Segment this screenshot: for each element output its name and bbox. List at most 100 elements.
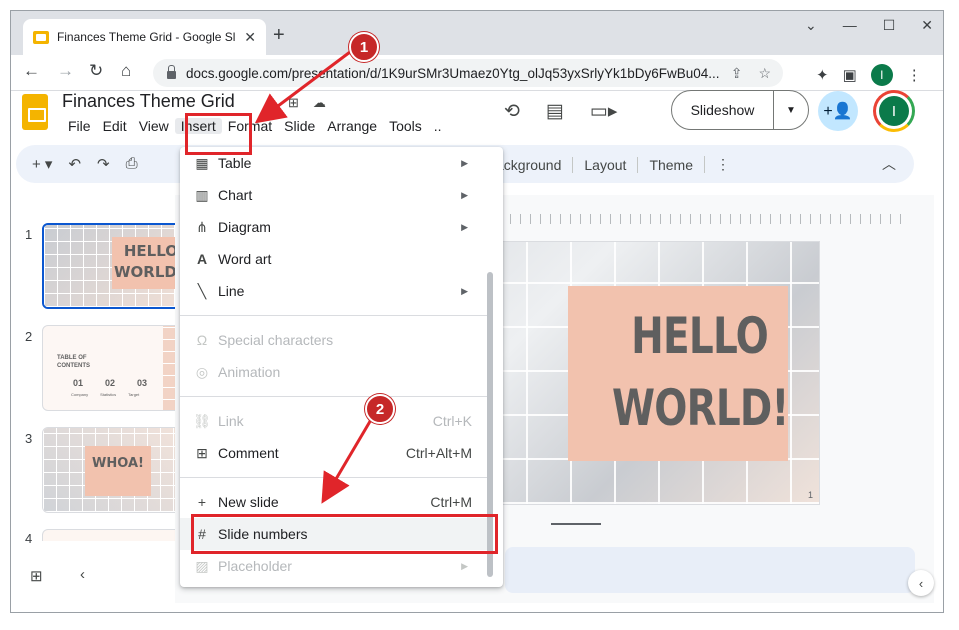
grid-view-icon[interactable]: ⊞	[30, 567, 43, 585]
menu-tools[interactable]: Tools	[383, 118, 428, 134]
more-options-icon[interactable]: ⋮	[704, 156, 741, 173]
line-icon: ╲	[197, 282, 207, 299]
slide-number: 1	[25, 227, 33, 242]
slide-thumbnail-2[interactable]: TABLE OF CONTENTS 01 02 03 Company Stati…	[42, 325, 192, 411]
tab-title: Finances Theme Grid - Google Sli	[56, 30, 237, 44]
bookmark-star-icon[interactable]: ☆	[758, 65, 771, 82]
new-slide-plus-icon[interactable]: + ▾	[32, 155, 52, 173]
chevron-down-icon[interactable]: ▼	[774, 105, 808, 116]
submenu-arrow-icon: ▶	[461, 221, 468, 232]
slides-logo-icon[interactable]	[22, 94, 48, 130]
menu-overflow-icon[interactable]: ..	[428, 118, 448, 134]
menu-item-comment[interactable]: ⊞ Comment Ctrl+Alt+M	[180, 437, 488, 469]
toc-number: 01	[73, 378, 84, 388]
menu-item-diagram[interactable]: ⋔ Diagram ▶	[180, 211, 488, 243]
tab-close-icon[interactable]: ✕	[244, 29, 256, 46]
slideshow-label[interactable]: Slideshow	[672, 91, 774, 129]
move-folder-icon[interactable]: ⊞	[288, 95, 299, 111]
forward-icon[interactable]: →	[57, 61, 74, 81]
account-avatar[interactable]: I	[873, 90, 915, 132]
toc-number: 02	[105, 378, 116, 388]
slide-number: 4	[25, 531, 33, 546]
extensions-puzzle-icon[interactable]: ✦	[816, 66, 829, 84]
collapse-toolbar-icon[interactable]: ︿	[882, 154, 896, 174]
address-bar[interactable]: docs.google.com/presentation/d/1K9urSMr3…	[153, 59, 783, 87]
slide-thumbnail-3[interactable]: WHOA!	[42, 427, 192, 513]
profile-avatar[interactable]: I	[870, 64, 893, 86]
menu-slide[interactable]: Slide	[278, 118, 321, 134]
browser-toolbar: ← → ↻ ⌂ docs.google.com/presentation/d/1…	[11, 55, 943, 91]
slide-number-label: 1	[807, 490, 813, 500]
slide-numbers-highlight-box	[191, 514, 498, 554]
menu-arrange[interactable]: Arrange	[321, 118, 383, 134]
submenu-arrow-icon: ▶	[461, 189, 468, 200]
menu-edit[interactable]: Edit	[97, 118, 133, 134]
reload-icon[interactable]: ↻	[89, 61, 103, 81]
undo-icon[interactable]: ↶	[68, 155, 81, 173]
menu-divider	[180, 477, 488, 478]
shortcut-label: Ctrl+M	[430, 494, 472, 510]
window-controls: ⌄ — ☐ ✕	[805, 17, 933, 34]
speaker-notes[interactable]	[505, 547, 915, 593]
slideshow-button[interactable]: Slideshow ▼	[671, 90, 809, 130]
shortcut-label: Ctrl+Alt+M	[405, 445, 472, 461]
cloud-status-icon[interactable]: ☁	[313, 95, 326, 111]
submenu-arrow-icon: ▶	[461, 157, 468, 168]
insert-highlight-box	[185, 113, 252, 155]
thumbnail-title: TABLE OF CONTENTS	[57, 355, 90, 369]
thumbnail-title: WHOA!	[92, 456, 144, 471]
slide-thumbnail-1[interactable]: HELLO WORLD!	[42, 223, 192, 309]
print-icon[interactable]: ⎙	[126, 155, 138, 173]
menu-item-placeholder[interactable]: ▨ Placeholder ▶	[180, 550, 488, 582]
toc-label: Statistics	[100, 392, 117, 397]
word-art-icon: A	[196, 251, 208, 267]
menu-item-word-art[interactable]: A Word art	[180, 243, 488, 275]
minimize-icon[interactable]: —	[843, 17, 857, 34]
redo-icon[interactable]: ↷	[97, 155, 110, 173]
slide-title[interactable]: HELLO WORLD!	[612, 300, 789, 444]
more-menu-icon[interactable]: ⋮	[907, 66, 922, 84]
layout-button[interactable]: Layout	[572, 156, 637, 173]
placeholder-icon: ▨	[195, 557, 209, 574]
speaker-notes-handle[interactable]	[551, 523, 601, 525]
slide-number: 3	[25, 431, 33, 446]
menu-file[interactable]: File	[62, 118, 97, 134]
side-panel-icon[interactable]: ▣	[843, 66, 857, 84]
menu-item-chart[interactable]: ▥ Chart ▶	[180, 179, 488, 211]
document-title[interactable]: Finances Theme Grid	[62, 91, 235, 112]
close-icon[interactable]: ✕	[921, 17, 933, 34]
comments-icon[interactable]: ▤	[546, 100, 564, 123]
version-history-icon[interactable]: ⟲	[504, 100, 520, 123]
back-icon[interactable]: ←	[23, 61, 40, 81]
menu-item-line[interactable]: ╲ Line ▶	[180, 275, 488, 307]
menu-item-animation[interactable]: ◎ Animation	[180, 356, 488, 388]
chart-icon: ▥	[195, 186, 209, 203]
home-icon[interactable]: ⌂	[121, 61, 131, 81]
menu-item-special-characters[interactable]: Ω Special characters	[180, 324, 488, 356]
new-tab-icon[interactable]: +	[273, 24, 285, 47]
toc-label: Target	[128, 392, 140, 397]
chevron-left-icon[interactable]: ‹	[80, 566, 85, 583]
browser-tab[interactable]: Finances Theme Grid - Google Sli ✕	[23, 19, 266, 55]
omega-icon: Ω	[196, 332, 208, 348]
plus-icon: +	[197, 494, 207, 510]
avatar-initial: I	[879, 96, 909, 126]
side-panel-expand-icon[interactable]: ‹	[908, 570, 934, 596]
menu-view[interactable]: View	[133, 118, 175, 134]
thumbnail-title: HELLO WORLD!	[114, 242, 184, 281]
slide-thumbnail-4[interactable]	[42, 529, 192, 541]
step-badge-2: 2	[365, 394, 395, 424]
extension-area: ✦ ▣ I ⋮	[816, 64, 922, 86]
slide-number: 2	[25, 329, 33, 344]
theme-button[interactable]: Theme	[637, 156, 704, 173]
share-button[interactable]: +👤	[818, 91, 858, 131]
animation-icon: ◎	[195, 363, 209, 380]
slides-favicon-icon	[33, 30, 49, 44]
menu-divider	[180, 396, 488, 397]
menu-item-link[interactable]: ⛓ Link Ctrl+K	[180, 405, 488, 437]
step-badge-1: 1	[349, 32, 379, 62]
chevron-down-icon[interactable]: ⌄	[805, 17, 817, 34]
maximize-icon[interactable]: ☐	[883, 17, 896, 34]
share-page-icon[interactable]: ⇪	[731, 65, 743, 82]
video-call-icon[interactable]: ▭▸	[590, 100, 618, 123]
